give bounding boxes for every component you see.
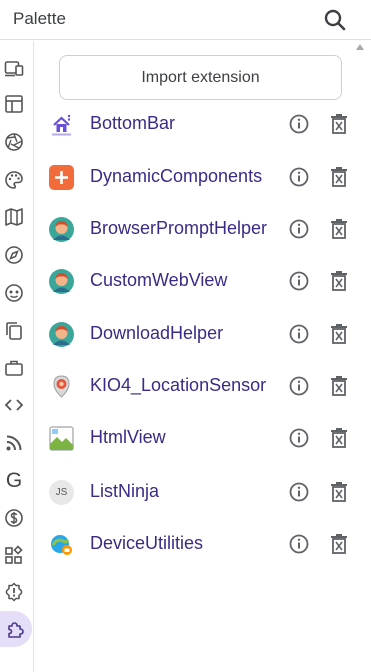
- delete-icon[interactable]: [329, 218, 349, 240]
- extension-name: BottomBar: [90, 113, 176, 133]
- info-icon[interactable]: [288, 323, 310, 345]
- delete-icon[interactable]: [329, 270, 349, 292]
- info-icon[interactable]: [288, 427, 310, 449]
- extension-name: ListNinja: [90, 481, 160, 501]
- info-icon[interactable]: [288, 533, 310, 555]
- extension-item-browserprompthelper[interactable]: BrowserPromptHelper: [40, 207, 352, 251]
- rss-icon[interactable]: [2, 431, 26, 455]
- info-icon[interactable]: [288, 270, 310, 292]
- info-icon[interactable]: [288, 218, 310, 240]
- plus-square-icon: [49, 165, 74, 190]
- compass-icon[interactable]: [2, 243, 26, 267]
- face-icon[interactable]: [2, 281, 26, 305]
- avatar-icon: [49, 217, 74, 242]
- delete-icon[interactable]: [329, 481, 349, 503]
- extension-name: DeviceUtilities: [90, 533, 204, 553]
- js-badge-icon: JS: [49, 480, 74, 505]
- devices-icon[interactable]: [2, 57, 26, 81]
- extension-item-htmlview[interactable]: HtmlView: [40, 416, 352, 460]
- info-icon[interactable]: [288, 375, 310, 397]
- palette-title: Palette: [13, 9, 66, 28]
- extension-item-dynamiccomponents[interactable]: DynamicComponents: [40, 155, 352, 199]
- widgets-icon[interactable]: [2, 543, 26, 567]
- home-bar-icon: [49, 112, 74, 137]
- palette-icon[interactable]: [2, 168, 26, 192]
- scroll-up-arrow-icon[interactable]: [356, 44, 364, 50]
- delete-icon[interactable]: [329, 323, 349, 345]
- delete-icon[interactable]: [329, 166, 349, 188]
- device-utilities-icon: [49, 532, 74, 557]
- google-g-label: G: [5, 468, 23, 492]
- layout-icon[interactable]: [2, 92, 26, 116]
- extension-name: DynamicComponents: [90, 166, 263, 186]
- scrollbar[interactable]: [355, 41, 369, 672]
- briefcase-icon[interactable]: [2, 356, 26, 380]
- avatar-icon: [49, 322, 74, 347]
- extension-item-kio4-locationsensor[interactable]: KIO4_LocationSensor: [40, 364, 352, 408]
- extension-name: KIO4_LocationSensor: [90, 375, 267, 395]
- js-badge-text: JS: [55, 487, 68, 498]
- extension-item-listninja[interactable]: JS ListNinja: [40, 470, 352, 514]
- extension-name: HtmlView: [90, 427, 166, 447]
- map-icon[interactable]: [2, 205, 26, 229]
- search-icon[interactable]: [322, 7, 348, 33]
- camera-aperture-icon[interactable]: [2, 130, 26, 154]
- info-icon[interactable]: [288, 113, 310, 135]
- extension-item-downloadhelper[interactable]: DownloadHelper: [40, 312, 352, 356]
- delete-icon[interactable]: [329, 427, 349, 449]
- palette-header: Palette: [0, 0, 371, 40]
- extension-item-deviceutilities[interactable]: DeviceUtilities: [40, 522, 352, 566]
- dollar-icon[interactable]: [2, 506, 26, 530]
- extension-item-customwebview[interactable]: CustomWebView: [40, 259, 352, 303]
- extension-icon[interactable]: [0, 611, 32, 647]
- delete-icon[interactable]: [329, 113, 349, 135]
- import-extension-button[interactable]: Import extension: [59, 55, 342, 100]
- delete-icon[interactable]: [329, 375, 349, 397]
- extension-name: CustomWebView: [90, 270, 228, 290]
- broken-image-icon: [49, 426, 74, 451]
- category-rail: G: [0, 41, 34, 672]
- google-g-icon[interactable]: G: [2, 468, 26, 492]
- location-pin-icon: [49, 374, 74, 399]
- extension-name: BrowserPromptHelper: [90, 218, 268, 238]
- delete-icon[interactable]: [329, 533, 349, 555]
- info-icon[interactable]: [288, 166, 310, 188]
- code-icon[interactable]: [2, 393, 26, 417]
- copy-icon[interactable]: [2, 319, 26, 343]
- avatar-icon: [49, 269, 74, 294]
- extension-item-bottombar[interactable]: BottomBar: [40, 102, 352, 146]
- info-icon[interactable]: [288, 481, 310, 503]
- extension-name: DownloadHelper: [90, 323, 224, 343]
- alert-icon[interactable]: [2, 580, 26, 604]
